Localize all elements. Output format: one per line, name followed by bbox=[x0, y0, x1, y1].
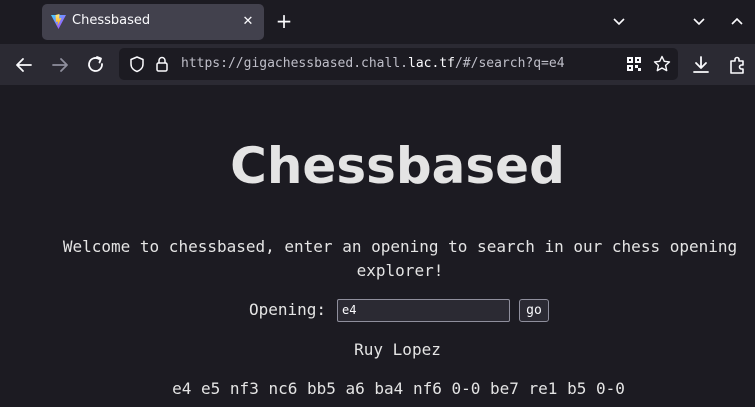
lock-icon[interactable] bbox=[152, 54, 172, 74]
extensions-puzzle-icon[interactable] bbox=[724, 52, 750, 78]
bookmark-star-icon[interactable] bbox=[652, 54, 672, 74]
welcome-text: Welcome to chessbased, enter an opening … bbox=[62, 237, 738, 280]
result-moves: e4 e5 nf3 nc6 bb5 a6 ba4 nf6 0-0 be7 re1… bbox=[172, 379, 625, 398]
download-icon[interactable] bbox=[688, 52, 714, 78]
url-path: /#/search?q=e4 bbox=[454, 56, 565, 71]
url-scheme: https:// bbox=[181, 56, 244, 71]
opening-label: Opening: bbox=[249, 300, 327, 319]
tab-strip: Chessbased ✕ + bbox=[0, 0, 755, 44]
close-tab-button[interactable]: ✕ bbox=[238, 12, 258, 32]
list-tabs-chevron-icon[interactable] bbox=[608, 11, 630, 33]
minimize-chevron-icon[interactable] bbox=[688, 11, 710, 33]
nav-toolbar: https://gigachessbased.chall.lac.tf/#/se… bbox=[0, 44, 755, 85]
vite-logo-icon bbox=[51, 14, 66, 29]
url-host: lac.tf bbox=[408, 56, 455, 71]
maximize-chevron-icon[interactable] bbox=[726, 11, 748, 33]
forward-arrow-icon[interactable] bbox=[47, 52, 73, 78]
go-button[interactable]: go bbox=[519, 299, 549, 322]
shield-icon[interactable] bbox=[127, 54, 147, 74]
browser-tab[interactable]: Chessbased ✕ bbox=[42, 4, 264, 40]
opening-input[interactable]: e4 bbox=[337, 299, 510, 322]
url-bar[interactable]: https://gigachessbased.chall.lac.tf/#/se… bbox=[119, 48, 678, 80]
qr-code-icon[interactable] bbox=[624, 54, 644, 74]
back-arrow-icon[interactable] bbox=[11, 52, 37, 78]
search-form: Opening: e4 go bbox=[0, 297, 755, 323]
new-tab-button[interactable]: + bbox=[272, 10, 296, 34]
reload-icon[interactable] bbox=[83, 52, 109, 78]
page-content: Chessbased Welcome to chessbased, enter … bbox=[0, 85, 755, 407]
result-opening-name: Ruy Lopez bbox=[354, 340, 441, 359]
page-title: Chessbased bbox=[230, 137, 565, 195]
url-pre-host: gigachessbased.chall. bbox=[243, 56, 408, 71]
url-text[interactable]: https://gigachessbased.chall.lac.tf/#/se… bbox=[181, 56, 565, 71]
tab-title: Chessbased bbox=[72, 13, 151, 28]
